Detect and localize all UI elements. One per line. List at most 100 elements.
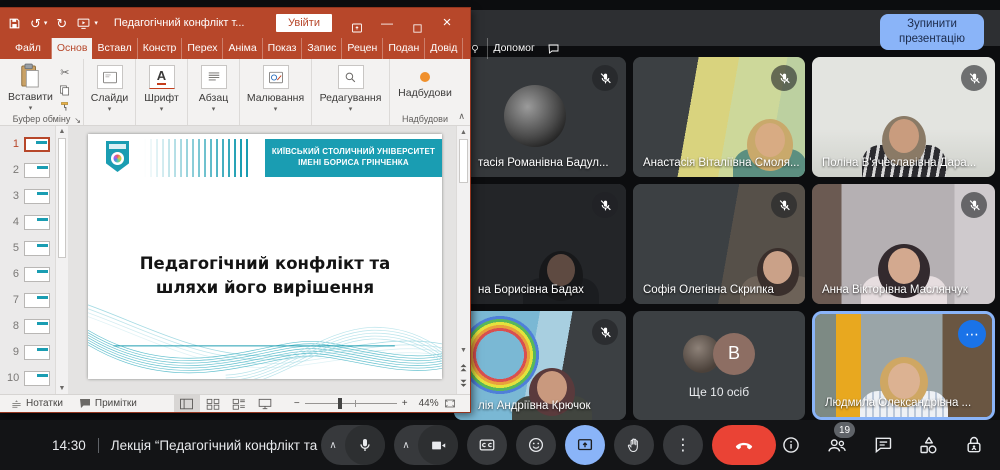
participant-tile[interactable]: лія Андріївна Крючок [454, 311, 626, 420]
redo-icon[interactable]: ↻ [56, 17, 67, 30]
camera-icon[interactable] [418, 425, 458, 465]
ppt-title-bar[interactable]: ↺ ▾ ↻ ▾ Педагогічний конфлікт т... Увійт… [0, 8, 470, 38]
view-switcher [174, 395, 278, 412]
reading-view-button[interactable] [226, 395, 252, 412]
panel-scrollbar[interactable]: ▲ ▼ [55, 126, 68, 394]
slide-thumb-2[interactable]: 2 [0, 157, 55, 183]
tab-record[interactable]: Запис [302, 38, 342, 59]
scroll-up-icon[interactable]: ▲ [457, 129, 470, 136]
tab-view[interactable]: Подан [383, 38, 425, 59]
tab-file[interactable]: Файл [4, 38, 52, 59]
participant-tile[interactable]: Анна Вікторівна Маслянчук [812, 184, 995, 304]
scrollbar-thumb[interactable] [459, 139, 468, 183]
slides-group-button[interactable]: Слайди ▾ [84, 59, 136, 125]
slide-thumb-6[interactable]: 6 [0, 261, 55, 287]
notes-toggle[interactable]: Нотатки [6, 398, 68, 409]
close-button[interactable]: × [432, 8, 462, 38]
slide-thumb-5[interactable]: 5 [0, 235, 55, 261]
next-slide-button[interactable] [457, 379, 470, 388]
tab-animations[interactable]: Аніма [223, 38, 262, 59]
scroll-up-icon[interactable]: ▲ [56, 128, 68, 135]
undo-icon[interactable]: ↺ [30, 17, 41, 30]
qat-customize-icon[interactable]: ▾ [94, 19, 98, 27]
camera-options-icon[interactable]: ∧ [394, 440, 418, 451]
tile-options-button[interactable]: ⋯ [958, 320, 986, 348]
tab-review[interactable]: Рецен [342, 38, 383, 59]
canvas-scrollbar[interactable]: ▲ ▼ [456, 126, 470, 394]
participant-tile[interactable]: Софія Олегівна Скрипка [633, 184, 805, 304]
slide[interactable]: КИЇВСЬКИЙ СТОЛИЧНИЙ УНІВЕРСИТЕТ ІМЕНІ БО… [88, 134, 442, 379]
scrollbar-thumb[interactable] [58, 138, 66, 258]
scroll-down-icon[interactable]: ▼ [56, 385, 68, 392]
end-call-button[interactable] [712, 425, 776, 465]
tab-help1[interactable]: Довід [425, 38, 463, 59]
captions-button[interactable] [467, 425, 507, 465]
format-painter-icon[interactable] [57, 99, 73, 114]
tab-transitions[interactable]: Перех [182, 38, 223, 59]
tab-home[interactable]: Основ [52, 38, 93, 59]
lightbulb-icon[interactable] [463, 38, 488, 59]
undo-dropdown-icon[interactable]: ▾ [44, 19, 48, 27]
camera-button[interactable]: ∧ [394, 425, 458, 465]
tab-help2[interactable]: Допомог [488, 38, 539, 59]
previous-slide-button[interactable] [457, 363, 470, 372]
zoom-slider-thumb[interactable] [338, 398, 342, 409]
editing-group-button[interactable]: Редагування ▾ [312, 59, 390, 125]
more-participants-tile[interactable]: В Ще 10 осіб [633, 311, 805, 420]
copy-icon[interactable] [57, 82, 73, 97]
slideshow-icon[interactable] [76, 17, 91, 30]
slide-thumb-9[interactable]: 9 [0, 339, 55, 365]
comments-toggle[interactable]: Примітки [74, 398, 142, 409]
participant-tile[interactable]: тасія Романівна Бадул... [454, 57, 626, 177]
drawing-group-button[interactable]: Малювання ▾ [240, 59, 312, 125]
present-button[interactable] [565, 425, 605, 465]
paste-button[interactable]: Вставити ▾ [8, 63, 53, 112]
ribbon-display-options-icon[interactable] [342, 13, 372, 34]
host-controls-button[interactable] [964, 435, 984, 455]
participant-tile[interactable]: Анастасія Віталіївна Смоля... [633, 57, 805, 177]
mic-options-icon[interactable]: ∧ [321, 440, 345, 451]
cut-icon[interactable]: ✂ [57, 65, 73, 80]
zoom-in-button[interactable]: + [402, 398, 408, 409]
slide-thumb-10[interactable]: 10 [0, 365, 55, 391]
clipboard-dialog-launcher-icon[interactable]: ↘ [74, 116, 81, 125]
participant-tile[interactable]: Поліна В'ячеславівна Дара... [812, 57, 995, 177]
slideshow-view-button[interactable] [252, 395, 278, 412]
zoom-slider[interactable] [305, 403, 397, 404]
mic-button[interactable]: ∧ [321, 425, 385, 465]
fit-slide-button[interactable] [444, 398, 456, 409]
scroll-down-icon[interactable]: ▼ [457, 347, 470, 354]
chat-button[interactable] [873, 435, 893, 455]
normal-view-button[interactable] [174, 395, 200, 412]
participant-tile[interactable]: на Борисівна Бадах [454, 184, 626, 304]
save-icon[interactable] [8, 17, 21, 30]
slide-thumb-3[interactable]: 3 [0, 183, 55, 209]
collapse-ribbon-icon[interactable]: ∧ [458, 111, 465, 122]
zoom-percentage[interactable]: 44% [413, 398, 439, 409]
reactions-button[interactable] [516, 425, 556, 465]
maximize-button[interactable] [402, 13, 432, 34]
font-group-button[interactable]: A Шрифт ▾ [136, 59, 188, 125]
activities-button[interactable] [918, 435, 939, 456]
slide-thumb-1[interactable]: 1 [0, 131, 55, 157]
tab-insert[interactable]: Вставл [92, 38, 137, 59]
participant-name: тасія Романівна Бадул... [478, 157, 609, 169]
slide-thumb-4[interactable]: 4 [0, 209, 55, 235]
comments-icon[interactable] [540, 38, 567, 59]
minimize-button[interactable]: — [372, 8, 402, 38]
more-options-button[interactable]: ⋮ [663, 425, 703, 465]
slide-sorter-view-button[interactable] [200, 395, 226, 412]
paragraph-group-button[interactable]: Абзац ▾ [188, 59, 240, 125]
zoom-out-button[interactable]: − [294, 398, 300, 409]
tab-slideshow[interactable]: Показ [263, 38, 303, 59]
slide-thumb-8[interactable]: 8 [0, 313, 55, 339]
raise-hand-button[interactable] [614, 425, 654, 465]
mic-icon[interactable] [345, 425, 385, 465]
slide-thumb-7[interactable]: 7 [0, 287, 55, 313]
addins-group-button[interactable]: Надбудови Надбудови [390, 59, 460, 125]
sign-in-button[interactable]: Увійти [276, 14, 332, 32]
participants-button[interactable]: 19 [826, 435, 848, 455]
tab-design[interactable]: Констр [138, 38, 183, 59]
active-speaker-tile[interactable]: ⋯ Людмила Олександрівна ... [812, 311, 995, 420]
meeting-details-button[interactable] [781, 435, 801, 455]
